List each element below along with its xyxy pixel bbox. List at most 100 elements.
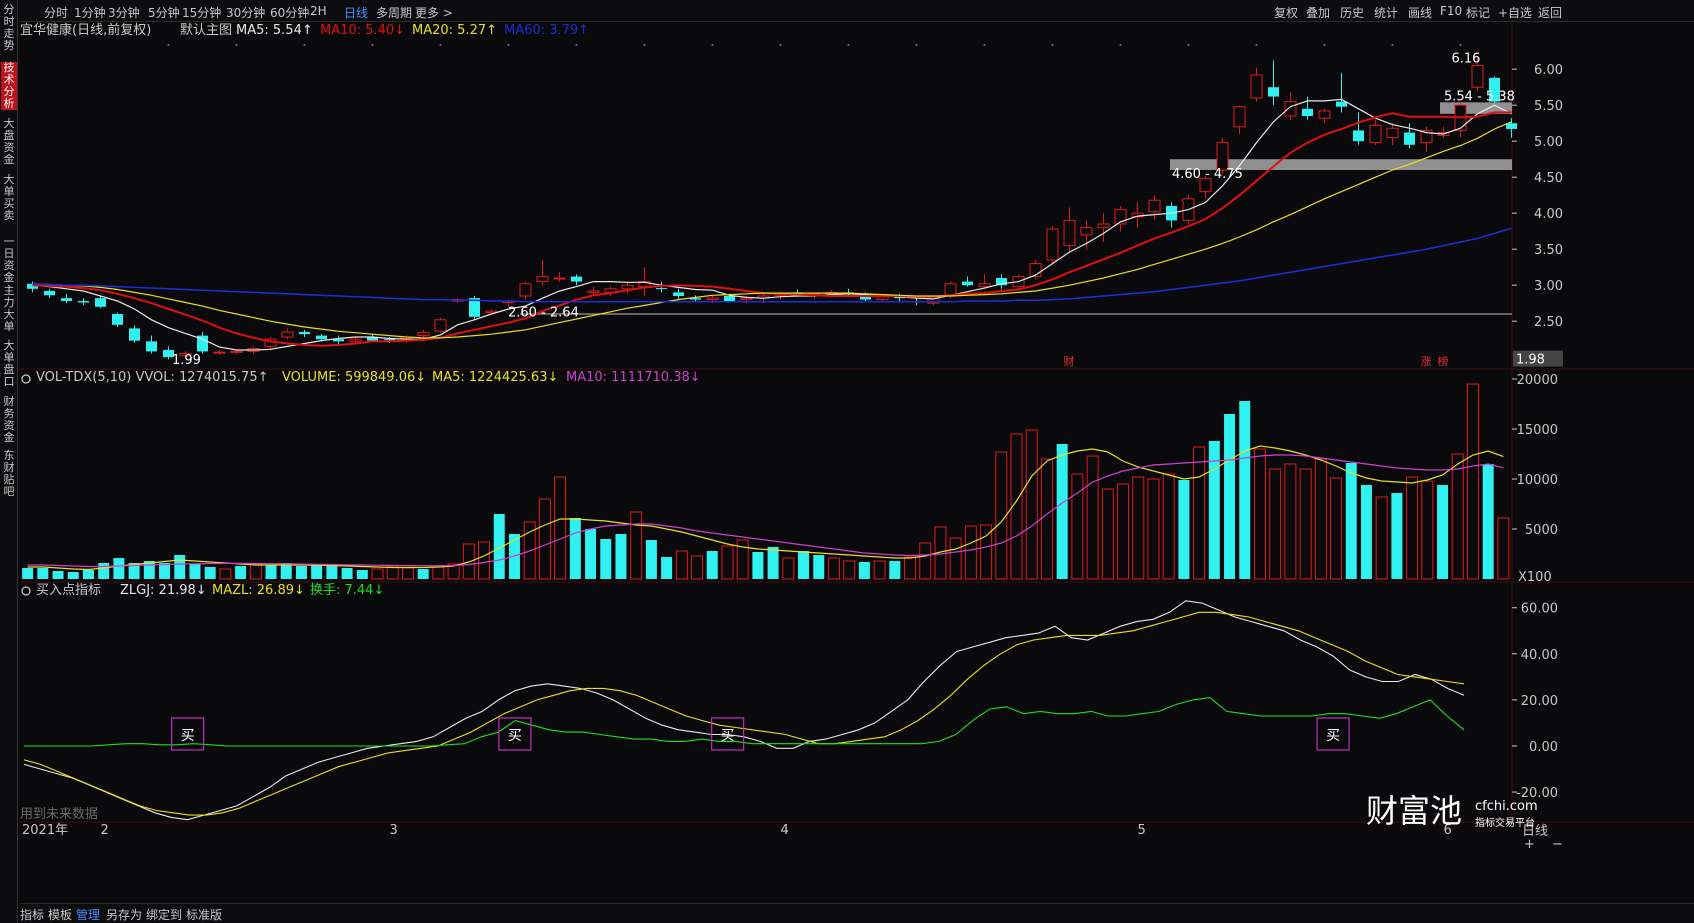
volume-bar (113, 558, 125, 579)
candle-body (129, 328, 140, 341)
side-tab[interactable]: 财务资金 (1, 396, 17, 444)
candle-body (571, 276, 582, 282)
side-tab[interactable]: 主力大单 (1, 285, 17, 333)
side-tab[interactable]: 东财贴吧 (1, 450, 17, 498)
legend-price: MA60: 3.79↑ (504, 23, 589, 38)
side-tab[interactable]: 技术分析 (1, 62, 17, 110)
volume-bar (1025, 429, 1038, 580)
side-tab[interactable]: 大单买卖 (1, 174, 17, 222)
zoom-out-icon: − (1552, 837, 1563, 852)
ma-line-ma5 (32, 98, 1512, 351)
candle-body (434, 319, 447, 332)
toolbar-button[interactable]: 复权 (1274, 4, 1298, 21)
period-tab[interactable]: 60分钟 (270, 4, 309, 21)
y-tick-label: 3.50 (1534, 243, 1563, 258)
event-marker: 财 (1064, 354, 1075, 368)
volume-bar (995, 451, 1008, 580)
candle-body (1471, 65, 1484, 88)
volume-bar (661, 557, 673, 579)
volume-bar (326, 566, 338, 579)
volume-bar (37, 568, 49, 579)
candle-body (281, 331, 294, 338)
y-tick-label: 10000 (1517, 473, 1558, 488)
candle-body (978, 283, 991, 288)
candle-body (1336, 101, 1347, 107)
side-tab[interactable]: 一日资金 (1, 236, 17, 284)
y-tick-label: 2.50 (1534, 315, 1563, 330)
bottom-button[interactable]: 标准版 (186, 906, 222, 923)
volume-unit-label: X100 (1518, 570, 1552, 585)
legend-indicator: ZLGJ: 21.98↓ (120, 583, 207, 598)
legend-dot (21, 374, 31, 384)
volume-bar (1360, 485, 1372, 579)
x-axis-label: 5 (1138, 823, 1146, 838)
y-tick-label: 6.00 (1534, 63, 1563, 78)
bottom-button[interactable]: 另存为 (106, 906, 142, 923)
period-tab[interactable]: 2H (310, 4, 327, 18)
period-tab[interactable]: 3分钟 (108, 4, 140, 21)
volume-bar (1117, 483, 1130, 580)
volume-bar (174, 555, 186, 579)
y-tick-label: 5.50 (1534, 99, 1563, 114)
legend-price: MA5: 5.54↑ (236, 23, 313, 38)
period-tab[interactable]: 日线 (344, 4, 368, 21)
bottom-button[interactable]: 指标 (20, 906, 44, 923)
y-tick-label: 4.00 (1534, 207, 1563, 222)
volume-bar (600, 539, 612, 579)
toolbar-button[interactable]: 返回 (1538, 4, 1562, 21)
candle-body (962, 281, 973, 286)
volume-bar (52, 571, 64, 579)
bottom-button[interactable]: 模板 (48, 906, 72, 923)
candle-body (1063, 219, 1076, 247)
side-tab[interactable]: 大盘资金 (1, 118, 17, 166)
volume-bar (478, 541, 491, 580)
event-marker: 榜 (1438, 354, 1449, 368)
volume-bar (1086, 455, 1099, 580)
period-tab[interactable]: 5分钟 (148, 4, 180, 21)
y-tick-label: 20.00 (1521, 694, 1558, 709)
volume-bar (554, 476, 567, 580)
y-tick-label: 60.00 (1521, 602, 1558, 617)
zone-label: 4.60 - 4.75 (1172, 167, 1243, 182)
volume-bar (1466, 383, 1479, 580)
volume-bar (1239, 401, 1251, 579)
marker-dot (439, 44, 442, 46)
toolbar-button[interactable]: 叠加 (1306, 4, 1330, 21)
marker-dot (1051, 44, 1054, 46)
volume-bar (615, 534, 627, 579)
marker-dot (1391, 44, 1394, 46)
marker-dot (1187, 44, 1190, 46)
side-tab[interactable]: 大单盘口 (1, 340, 17, 388)
volume-bar (265, 565, 277, 579)
period-tab[interactable]: 多周期 (376, 4, 412, 21)
legend-volume: VOLUME: 599849.06↓ (282, 370, 426, 385)
volume-bar (827, 557, 840, 580)
y-tick-label: 0.00 (1529, 740, 1558, 755)
x-axis-label: 4 (781, 823, 789, 838)
period-tab[interactable]: 分时 (44, 4, 68, 21)
volume-bar (235, 566, 247, 579)
toolbar-button[interactable]: 画线 (1408, 4, 1432, 21)
candle-body (316, 335, 327, 340)
marker-dot (575, 44, 578, 46)
period-tab[interactable]: 1分钟 (74, 4, 106, 21)
toolbar-button[interactable]: 标记 (1466, 4, 1490, 21)
bottom-button[interactable]: 绑定到 (146, 906, 182, 923)
period-tab[interactable]: 15分钟 (182, 4, 221, 21)
toolbar-button[interactable]: 历史 (1340, 4, 1364, 21)
marker-dot (1255, 44, 1258, 46)
x-axis-label: 2 (101, 823, 109, 838)
candle-body (740, 297, 753, 301)
bottom-button[interactable]: 管理 (76, 906, 100, 923)
period-tab[interactable]: 30分钟 (226, 4, 265, 21)
side-tab[interactable]: 分时走势 (1, 4, 17, 52)
period-tab[interactable]: 更多 > (415, 4, 453, 21)
toolbar-button[interactable]: 统计 (1374, 4, 1398, 21)
zone-label: 2.60 - 2.64 (508, 306, 579, 321)
volume-bar (432, 566, 445, 580)
volume-bar (1162, 473, 1175, 580)
toolbar-button[interactable]: +自选 (1498, 4, 1532, 21)
volume-bar (675, 550, 688, 580)
toolbar-button[interactable]: F10 (1440, 4, 1462, 18)
candle-body (299, 332, 310, 335)
